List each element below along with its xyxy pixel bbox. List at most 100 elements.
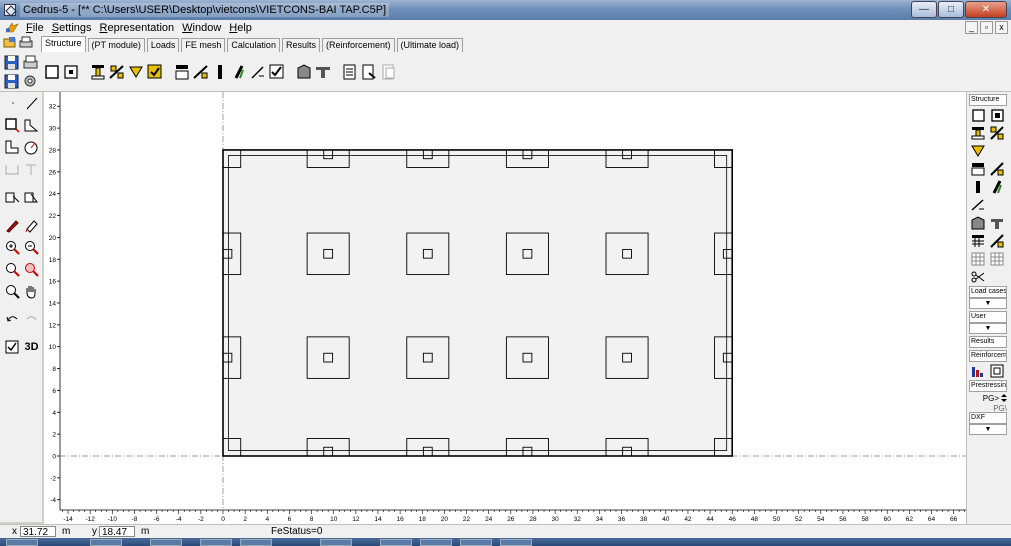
document-icon[interactable] bbox=[4, 21, 22, 35]
tab-results[interactable]: Results bbox=[281, 38, 320, 52]
user-header[interactable]: User bbox=[969, 311, 1007, 323]
grid-table-icon[interactable] bbox=[990, 252, 1004, 266]
taskbar-button[interactable] bbox=[6, 539, 38, 546]
pile-icon[interactable] bbox=[212, 64, 228, 80]
eraser-icon[interactable] bbox=[24, 218, 39, 233]
line-support-panel-icon[interactable] bbox=[990, 162, 1004, 176]
grid-icon[interactable] bbox=[971, 252, 985, 266]
tab-fe-mesh[interactable]: FE mesh bbox=[181, 38, 226, 52]
check-icon[interactable] bbox=[147, 64, 163, 80]
minimize-button[interactable]: — bbox=[911, 1, 937, 18]
tab-reinforcement[interactable]: (Reinforcement) bbox=[321, 38, 395, 52]
support-panel-icon[interactable] bbox=[971, 144, 985, 158]
structure-header[interactable]: Structure bbox=[969, 94, 1007, 106]
select-icon[interactable] bbox=[5, 190, 20, 205]
report-edit-icon[interactable] bbox=[361, 64, 377, 80]
wall-section-icon[interactable] bbox=[296, 64, 312, 80]
slab-icon[interactable] bbox=[971, 108, 985, 122]
line-icon[interactable] bbox=[24, 96, 39, 111]
mesh-icon[interactable] bbox=[971, 234, 985, 248]
taskbar-button[interactable] bbox=[500, 539, 532, 546]
tab-calculation[interactable]: Calculation bbox=[227, 38, 280, 52]
taskbar-button[interactable] bbox=[240, 539, 272, 546]
circle-icon[interactable] bbox=[24, 140, 39, 155]
zoom-out-icon[interactable] bbox=[24, 240, 39, 255]
mdi-minimize-button[interactable]: _ bbox=[965, 21, 978, 34]
pencil-icon[interactable] bbox=[5, 218, 20, 233]
y-coordinate-field[interactable]: 18.47 bbox=[99, 526, 135, 538]
load-cases-header[interactable]: Load cases bbox=[969, 286, 1007, 298]
zoom-window-icon[interactable] bbox=[5, 262, 20, 277]
scissors-icon[interactable] bbox=[971, 270, 985, 284]
taskbar-button[interactable] bbox=[460, 539, 492, 546]
rectangle-icon[interactable] bbox=[5, 117, 20, 133]
print-preview-icon[interactable] bbox=[22, 54, 38, 70]
load-cases-dropdown[interactable]: ▼ bbox=[969, 298, 1007, 309]
results-header[interactable]: Results bbox=[969, 336, 1007, 348]
beam-panel-icon[interactable] bbox=[990, 126, 1004, 140]
pg-spinner[interactable]: PG> bbox=[969, 392, 1007, 404]
menu-settings[interactable]: Settings bbox=[48, 22, 96, 34]
reinforcement-detail-icon[interactable] bbox=[990, 364, 1004, 378]
menu-representation[interactable]: Representation bbox=[96, 22, 179, 34]
new-opening-icon[interactable] bbox=[63, 64, 79, 80]
spring-panel-icon[interactable] bbox=[990, 180, 1004, 194]
taskbar-button[interactable] bbox=[420, 539, 452, 546]
checkbox-3d-icon[interactable] bbox=[5, 340, 20, 355]
open-file-icon[interactable] bbox=[3, 36, 16, 49]
dxf-dropdown[interactable]: ▼ bbox=[969, 424, 1007, 435]
spinner-arrows-icon[interactable] bbox=[1001, 393, 1007, 403]
point-icon[interactable] bbox=[5, 96, 20, 111]
mdi-restore-button[interactable]: ▫ bbox=[980, 21, 993, 34]
t-beam-icon[interactable] bbox=[315, 64, 331, 80]
l-shape-icon[interactable] bbox=[5, 140, 20, 155]
new-slab-icon[interactable] bbox=[44, 64, 60, 80]
menu-help[interactable]: Help bbox=[225, 22, 256, 34]
beam-icon[interactable] bbox=[109, 64, 125, 80]
line-support-icon[interactable] bbox=[193, 64, 209, 80]
verify-icon[interactable] bbox=[269, 64, 285, 80]
save-as-icon[interactable] bbox=[3, 73, 19, 89]
report-icon[interactable] bbox=[342, 64, 358, 80]
dimension-icon[interactable] bbox=[250, 64, 266, 80]
taskbar-button[interactable] bbox=[200, 539, 232, 546]
view-3d-button[interactable]: 3D bbox=[24, 340, 39, 355]
beam-mesh-icon[interactable] bbox=[990, 234, 1004, 248]
wall-section-panel-icon[interactable] bbox=[971, 216, 985, 230]
spring-icon[interactable] bbox=[231, 64, 247, 80]
reinforcement-header[interactable]: Reinforcem bbox=[969, 350, 1007, 362]
select-multiple-icon[interactable] bbox=[24, 190, 39, 205]
bar-chart-icon[interactable] bbox=[971, 364, 985, 378]
user-dropdown[interactable]: ▼ bbox=[969, 323, 1007, 334]
app-icon[interactable] bbox=[4, 4, 16, 16]
prestressing-header[interactable]: Prestressin bbox=[969, 380, 1007, 392]
pile-panel-icon[interactable] bbox=[971, 180, 985, 194]
structure-drawing[interactable]: 32302826242220181614121086420-2-4-14 -12-… bbox=[44, 92, 966, 524]
dxf-header[interactable]: DXF bbox=[969, 412, 1007, 424]
maximize-button[interactable]: □ bbox=[938, 1, 964, 18]
zoom-previous-icon[interactable] bbox=[5, 284, 20, 299]
settings-icon[interactable] bbox=[22, 73, 38, 89]
undo-icon[interactable] bbox=[5, 312, 20, 327]
x-coordinate-field[interactable]: 31.72 bbox=[20, 526, 56, 538]
tab-pt-module[interactable]: (PT module) bbox=[87, 38, 145, 52]
taskbar-button[interactable] bbox=[320, 539, 352, 546]
polygon-icon[interactable] bbox=[24, 118, 39, 133]
menu-file[interactable]: File bbox=[22, 22, 48, 34]
dimension-panel-icon[interactable] bbox=[971, 198, 985, 212]
wall-icon[interactable] bbox=[174, 64, 190, 80]
zoom-all-icon[interactable] bbox=[24, 262, 39, 277]
column-icon[interactable] bbox=[90, 64, 106, 80]
tab-structure[interactable]: Structure bbox=[41, 36, 86, 52]
wall-panel-icon[interactable] bbox=[971, 162, 985, 176]
close-button[interactable]: ✕ bbox=[965, 1, 1007, 18]
t-beam-panel-icon[interactable] bbox=[990, 216, 1004, 230]
drawing-canvas[interactable]: 32 30 28 26 24 22 20 18 16 14 12 10 8 6 4 2 0 -2 -4 -14 -12-… bbox=[44, 92, 966, 524]
tab-loads[interactable]: Loads bbox=[146, 38, 180, 52]
zoom-in-icon[interactable] bbox=[5, 240, 20, 255]
taskbar-button[interactable] bbox=[380, 539, 412, 546]
column-panel-icon[interactable] bbox=[971, 126, 985, 140]
pan-hand-icon[interactable] bbox=[24, 284, 39, 299]
mdi-close-button[interactable]: x bbox=[995, 21, 1008, 34]
taskbar-button[interactable] bbox=[90, 539, 122, 546]
